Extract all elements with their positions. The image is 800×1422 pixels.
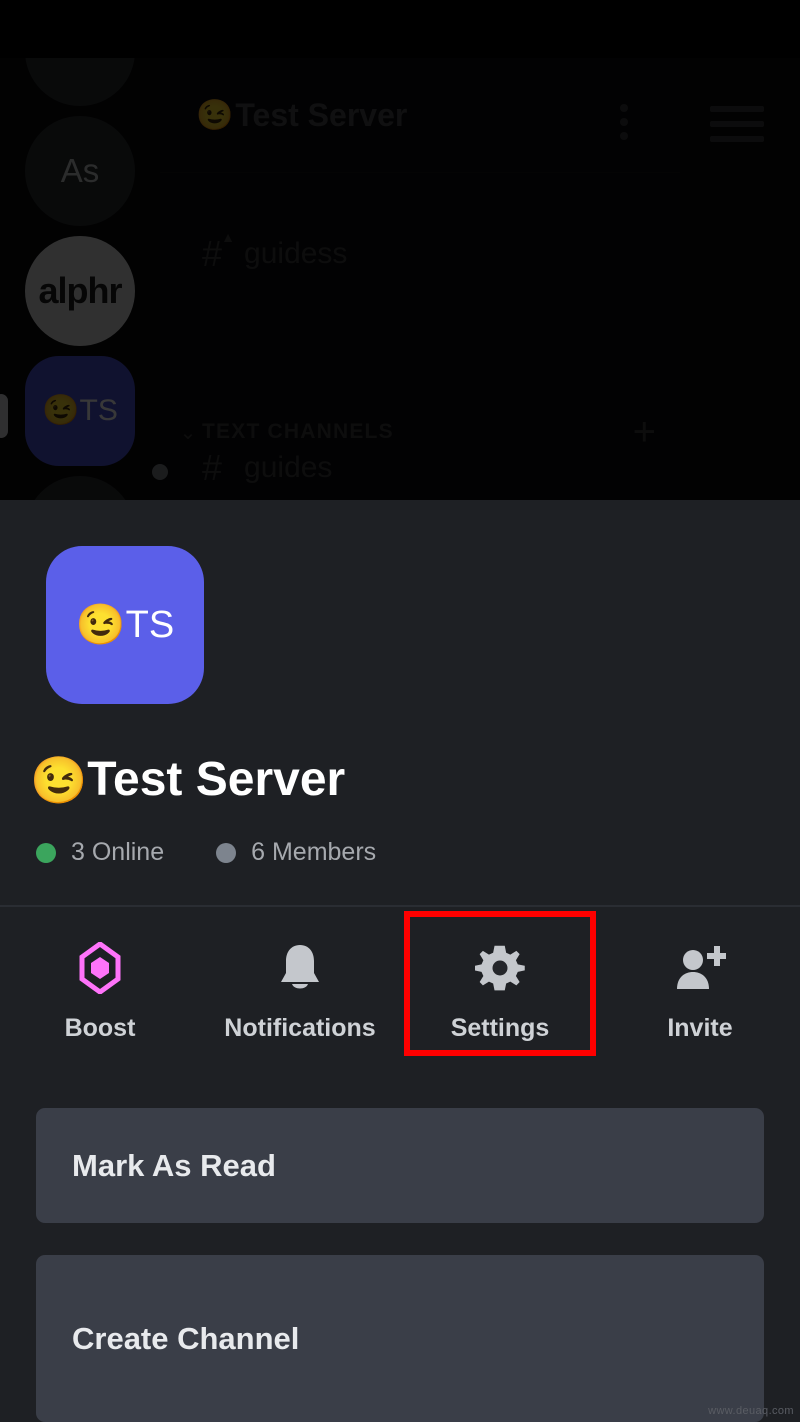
- wink-emoji: 😉: [30, 753, 88, 806]
- more-vertical-icon[interactable]: [620, 104, 628, 140]
- invite-button[interactable]: Invite: [600, 907, 800, 1077]
- channel-name: guidess: [244, 237, 348, 270]
- server-rail: As alphr 😉 TS: [0, 58, 160, 500]
- channel-panel: 😉 Test Server # ▲ guidess ⌄ TEXT CHANNELS: [152, 58, 764, 500]
- server-avatar[interactable]: 😉 TS: [46, 546, 204, 704]
- settings-label: Settings: [450, 1013, 550, 1042]
- hash-lock-icon: # ▲: [202, 229, 236, 274]
- menu-item-create-channel[interactable]: Create Channel: [36, 1255, 764, 1422]
- channel-name: guides: [244, 451, 333, 484]
- stat-members: 6 Members: [216, 838, 376, 867]
- server-rail-item-as[interactable]: As: [25, 116, 135, 226]
- invite-label: Invite: [667, 1013, 733, 1042]
- gear-icon: [475, 942, 525, 994]
- boost-gem-icon: [78, 941, 122, 994]
- online-status-dot: [36, 842, 56, 863]
- members-status-dot: [216, 842, 237, 863]
- server-stats: 3 Online 6 Members: [36, 838, 376, 867]
- server-header-name: Test Server: [235, 96, 408, 133]
- wink-emoji: 😉: [42, 394, 80, 427]
- server-avatar-initials: TS: [125, 603, 175, 646]
- server-header-title: 😉 Test Server: [196, 97, 407, 134]
- wink-emoji: 😉: [196, 98, 234, 132]
- status-bar: [0, 0, 800, 58]
- channel-panel-header[interactable]: 😉 Test Server: [160, 58, 764, 173]
- page-title: 😉 Test Server: [30, 752, 345, 807]
- members-count-label: 6 Members: [251, 838, 377, 866]
- server-rail-item-0[interactable]: [25, 58, 135, 106]
- phone-screen: As alphr 😉 TS 😉 Test Server # ▲ guidess …: [0, 0, 800, 1422]
- category-label: TEXT CHANNELS: [202, 420, 394, 443]
- server-actions-sheet: 😉 TS 😉 Test Server 3 Online 6 Members Bo…: [0, 500, 800, 1422]
- boost-button[interactable]: Boost: [0, 907, 200, 1077]
- server-rail-label-ts: TS: [79, 394, 118, 427]
- list-item-label: Create Channel: [72, 1320, 300, 1356]
- watermark: www.deuaq.com: [708, 1405, 794, 1417]
- person-add-icon: [674, 942, 726, 994]
- server-rail-label-as: As: [60, 152, 100, 189]
- settings-button[interactable]: Settings: [400, 907, 600, 1077]
- list-item-label: Mark As Read: [72, 1147, 276, 1183]
- hamburger-menu-icon[interactable]: [710, 106, 764, 142]
- quick-actions-row: Boost Notifications Settings Invite: [0, 907, 800, 1077]
- online-count-label: 3 Online: [71, 838, 165, 866]
- server-rail-item-test-server[interactable]: 😉 TS: [25, 356, 135, 466]
- background-app: As alphr 😉 TS 😉 Test Server # ▲ guidess …: [0, 58, 800, 500]
- boost-label: Boost: [64, 1013, 136, 1042]
- stat-online: 3 Online: [36, 838, 164, 867]
- bell-icon: [277, 942, 323, 994]
- category-text-channels[interactable]: ⌄ TEXT CHANNELS +: [160, 410, 680, 454]
- server-name-text: Test Server: [87, 753, 346, 806]
- selected-server-indicator: [0, 394, 8, 438]
- notifications-button[interactable]: Notifications: [200, 907, 400, 1077]
- add-channel-icon[interactable]: +: [633, 412, 656, 452]
- server-rail-item-4[interactable]: [25, 476, 135, 500]
- menu-item-mark-as-read[interactable]: Mark As Read: [36, 1108, 764, 1223]
- wink-emoji: 😉: [75, 603, 126, 647]
- server-rail-item-alphr[interactable]: alphr: [25, 236, 135, 346]
- channel-item-guides[interactable]: # guides: [152, 447, 680, 488]
- hash-icon: #: [202, 447, 223, 488]
- notifications-label: Notifications: [224, 1013, 376, 1042]
- unread-indicator-dot: [152, 464, 168, 480]
- channel-item-guidess[interactable]: # ▲ guidess: [160, 229, 680, 274]
- server-rail-label-alphr: alphr: [38, 270, 122, 311]
- chevron-down-icon: ⌄: [179, 421, 197, 444]
